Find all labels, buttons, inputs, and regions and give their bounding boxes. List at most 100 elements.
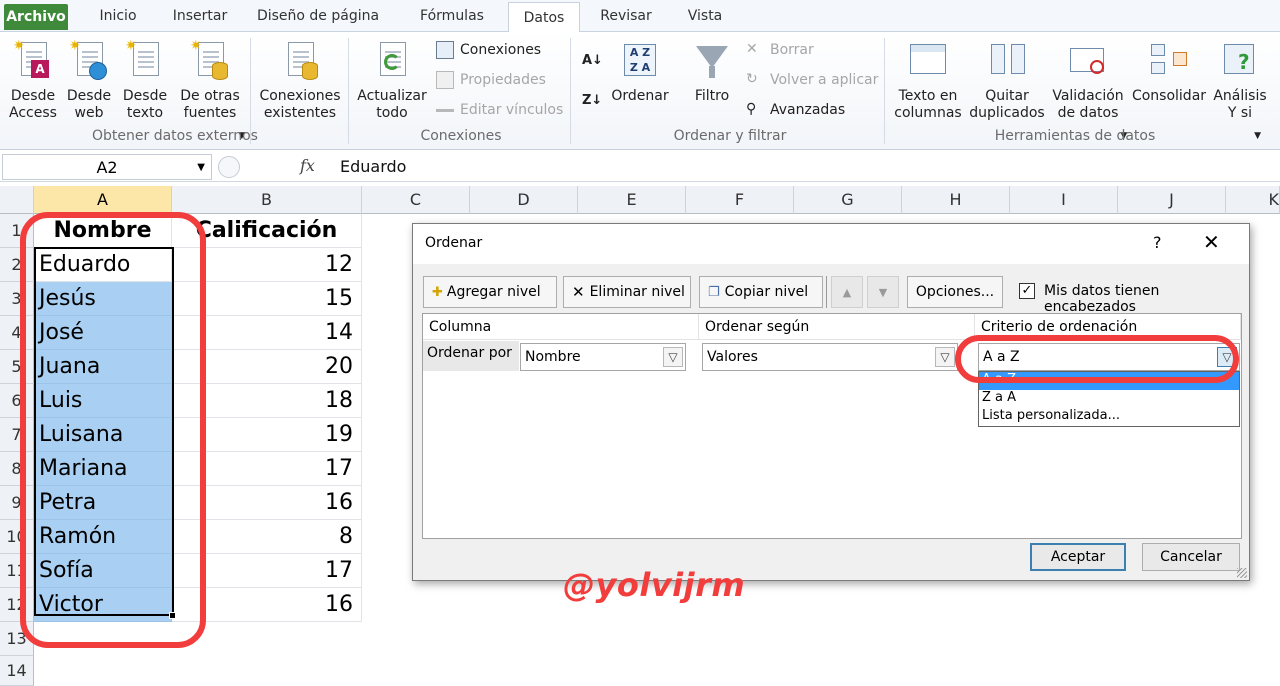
col-header-j[interactable]: J bbox=[1118, 186, 1226, 214]
table-row-name[interactable]: Luis bbox=[34, 384, 172, 418]
table-row-name[interactable]: Jesús bbox=[34, 282, 172, 316]
has-headers-checkbox[interactable]: ✓ bbox=[1019, 283, 1035, 299]
col-header-c[interactable]: C bbox=[362, 186, 470, 214]
move-down-button[interactable]: ▼ bbox=[867, 276, 899, 308]
move-up-button[interactable]: ▲ bbox=[831, 276, 863, 308]
table-row-name[interactable]: José bbox=[34, 316, 172, 350]
row-header[interactable]: 6 bbox=[0, 384, 34, 418]
cell-header-calificacion[interactable]: Calificación bbox=[172, 214, 362, 248]
tab-vista[interactable]: Vista bbox=[674, 0, 736, 32]
table-row-grade[interactable]: 14 bbox=[172, 316, 362, 350]
col-header-g[interactable]: G bbox=[794, 186, 902, 214]
row-header[interactable]: 11 bbox=[0, 554, 34, 588]
delete-level-button[interactable]: ✕ Eliminar nivel bbox=[563, 276, 691, 308]
col-header-f[interactable]: F bbox=[686, 186, 794, 214]
row-header[interactable]: 10 bbox=[0, 520, 34, 554]
text-to-columns-button[interactable]: Texto en columnas bbox=[890, 38, 966, 128]
refresh-all-button[interactable]: Actualizar todo bbox=[354, 38, 430, 128]
table-row-grade[interactable]: 15 bbox=[172, 282, 362, 316]
table-row-grade[interactable]: 19 bbox=[172, 418, 362, 452]
table-row-name[interactable]: Victor bbox=[34, 588, 172, 622]
order-option-z-a[interactable]: Z a A bbox=[979, 390, 1239, 408]
row-header[interactable]: 8 bbox=[0, 452, 34, 486]
what-if-analysis-button[interactable]: ? Análisis Y si ▼ bbox=[1210, 38, 1270, 141]
column-select[interactable]: Nombre ▽ bbox=[520, 343, 686, 371]
sort-az-icon[interactable]: A↓ bbox=[582, 48, 603, 72]
resize-grip-icon[interactable] bbox=[1237, 568, 1247, 578]
select-all-corner[interactable] bbox=[0, 186, 34, 214]
insert-function-button[interactable]: fx bbox=[300, 156, 315, 175]
tab-insertar[interactable]: Insertar bbox=[160, 0, 240, 32]
name-box[interactable]: A2 ▼ bbox=[2, 154, 212, 180]
col-header-b[interactable]: B bbox=[172, 186, 362, 214]
table-row-grade[interactable]: 18 bbox=[172, 384, 362, 418]
table-row-name[interactable]: Sofía bbox=[34, 554, 172, 588]
other-sources-button[interactable]: ✷ De otras fuentes ▼ bbox=[174, 38, 246, 141]
from-access-button[interactable]: ✷ A Desde Access bbox=[6, 38, 60, 128]
row-header[interactable]: 13 bbox=[0, 622, 34, 656]
row-header[interactable]: 1 bbox=[0, 214, 34, 248]
edit-links-button[interactable]: Editar vínculos bbox=[436, 98, 563, 122]
formula-input[interactable]: Eduardo bbox=[340, 157, 406, 176]
table-row-grade[interactable]: 16 bbox=[172, 588, 362, 622]
copy-level-button[interactable]: ❐ Copiar nivel bbox=[699, 276, 823, 308]
table-row-name[interactable]: Luisana bbox=[34, 418, 172, 452]
cell-header-nombre[interactable]: Nombre bbox=[34, 214, 172, 248]
clear-filter-button[interactable]: ✕ Borrar bbox=[746, 38, 814, 62]
tab-archivo[interactable]: Archivo bbox=[4, 4, 68, 30]
col-header-a[interactable]: A bbox=[34, 186, 172, 214]
order-option-custom-list[interactable]: Lista personalizada... bbox=[979, 408, 1239, 426]
table-row-grade[interactable]: 20 bbox=[172, 350, 362, 384]
row-header[interactable]: 3 bbox=[0, 282, 34, 316]
sort-on-select[interactable]: Valores ▽ bbox=[702, 343, 958, 371]
order-select[interactable]: A a Z ▽ bbox=[978, 343, 1240, 371]
ok-button[interactable]: Aceptar bbox=[1030, 543, 1126, 571]
tab-diseno-pagina[interactable]: Diseño de página bbox=[250, 0, 386, 32]
properties-button[interactable]: Propiedades bbox=[436, 68, 546, 92]
reapply-button[interactable]: ↻ Volver a aplicar bbox=[746, 68, 878, 92]
close-icon[interactable]: ✕ bbox=[1203, 230, 1220, 254]
tab-formulas[interactable]: Fórmulas bbox=[400, 0, 504, 32]
table-row-grade[interactable]: 8 bbox=[172, 520, 362, 554]
sort-button[interactable]: A ZZ A Ordenar bbox=[608, 38, 672, 128]
tab-datos[interactable]: Datos bbox=[508, 2, 580, 33]
table-row-name[interactable]: Ramón bbox=[34, 520, 172, 554]
table-row-grade[interactable]: 16 bbox=[172, 486, 362, 520]
existing-connections-button[interactable]: Conexiones existentes bbox=[256, 38, 344, 128]
order-option-a-z[interactable]: A a Z bbox=[979, 372, 1239, 390]
col-header-h[interactable]: H bbox=[902, 186, 1010, 214]
table-row-grade[interactable]: 17 bbox=[172, 554, 362, 588]
table-row-grade[interactable]: 12 bbox=[172, 248, 362, 282]
advanced-filter-button[interactable]: ⚲ Avanzadas bbox=[746, 98, 845, 122]
from-text-button[interactable]: ✷ Desde texto bbox=[118, 38, 172, 128]
from-web-button[interactable]: ✷ Desde web bbox=[62, 38, 116, 128]
add-level-button[interactable]: ✚ Agregar nivel bbox=[423, 276, 557, 308]
fill-handle[interactable] bbox=[169, 612, 176, 619]
options-button[interactable]: Opciones... bbox=[907, 276, 1003, 308]
cancel-button[interactable]: Cancelar bbox=[1142, 543, 1240, 571]
col-header-k[interactable]: K bbox=[1226, 186, 1280, 214]
col-header-e[interactable]: E bbox=[578, 186, 686, 214]
help-button[interactable]: ? bbox=[1153, 233, 1162, 252]
row-header[interactable]: 4 bbox=[0, 316, 34, 350]
sort-za-icon[interactable]: Z↓ bbox=[582, 88, 602, 112]
table-row-name[interactable]: Eduardo bbox=[34, 248, 172, 282]
row-header[interactable]: 7 bbox=[0, 418, 34, 452]
row-header[interactable]: 14 bbox=[0, 656, 34, 686]
col-header-d[interactable]: D bbox=[470, 186, 578, 214]
remove-duplicates-button[interactable]: Quitar duplicados bbox=[968, 38, 1046, 128]
tab-revisar[interactable]: Revisar bbox=[588, 0, 664, 32]
filter-button[interactable]: Filtro bbox=[684, 38, 740, 128]
tab-inicio[interactable]: Inicio bbox=[84, 0, 152, 32]
table-row-grade[interactable]: 17 bbox=[172, 452, 362, 486]
row-header[interactable]: 9 bbox=[0, 486, 34, 520]
table-row-name[interactable]: Mariana bbox=[34, 452, 172, 486]
row-header[interactable]: 5 bbox=[0, 350, 34, 384]
consolidate-button[interactable]: Consolidar bbox=[1130, 38, 1208, 128]
data-validation-button[interactable]: Validación de datos ▼ bbox=[1048, 38, 1128, 141]
connections-button[interactable]: Conexiones bbox=[436, 38, 541, 62]
table-row-name[interactable]: Juana bbox=[34, 350, 172, 384]
table-row-name[interactable]: Petra bbox=[34, 486, 172, 520]
col-header-i[interactable]: I bbox=[1010, 186, 1118, 214]
row-header[interactable]: 2 bbox=[0, 248, 34, 282]
